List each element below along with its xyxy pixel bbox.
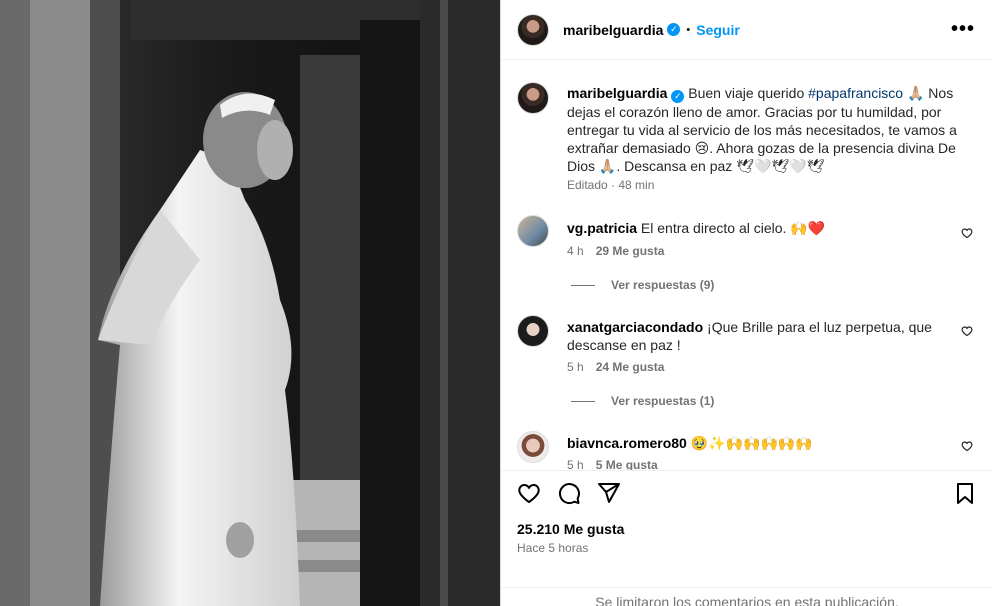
- verified-badge-icon: ✓: [671, 90, 685, 103]
- separator-dot: •: [686, 23, 691, 36]
- caption-text-before: Buen viaje querido: [688, 85, 809, 101]
- comment-time: 5 h: [567, 458, 584, 470]
- comment-text: biavnca.romero80 🥹✨🙌🙌🙌🙌🙌: [567, 434, 967, 452]
- author-username[interactable]: maribelguardia: [563, 22, 663, 38]
- save-bookmark-icon[interactable]: [953, 481, 977, 505]
- comment-text: xanatgarciacondado ¡Que Brille para el l…: [567, 318, 967, 354]
- post-actions: 25.210 Me gusta Hace 5 horas Se limitaro…: [501, 470, 992, 606]
- comment-time: 4 h: [567, 244, 584, 258]
- comment-time: 5 h: [567, 360, 584, 374]
- replies-line: [571, 401, 595, 403]
- view-replies-button[interactable]: Ver respuestas (9): [571, 278, 714, 292]
- follow-button[interactable]: Seguir: [696, 22, 740, 38]
- like-comment-icon[interactable]: [961, 325, 973, 337]
- comment-meta: 5 h 5 Me gusta: [567, 458, 658, 470]
- post-timestamp[interactable]: Hace 5 horas: [517, 541, 588, 555]
- hashtag-link[interactable]: #papafrancisco: [808, 85, 903, 101]
- comment-meta: 4 h 29 Me gusta: [567, 244, 664, 258]
- comment-body: El entra directo al cielo. 🙌❤️: [640, 220, 826, 236]
- verified-badge-icon: ✓: [667, 23, 681, 36]
- commenter-avatar[interactable]: [517, 431, 549, 463]
- comment-likes[interactable]: 24 Me gusta: [596, 360, 665, 374]
- comment-text: vg.patricia El entra directo al cielo. 🙌…: [567, 219, 967, 237]
- comments-limited-notice: Se limitaron los comentarios en esta pub…: [501, 587, 992, 606]
- caption: maribelguardia ✓ Buen viaje querido #papa…: [517, 82, 977, 202]
- caption-avatar[interactable]: [517, 82, 549, 114]
- post-panel: maribelguardia ✓ • Seguir ••• maribelgua…: [500, 0, 992, 606]
- comment-likes[interactable]: 29 Me gusta: [596, 244, 665, 258]
- author-avatar[interactable]: [517, 13, 549, 46]
- commenter-avatar[interactable]: [517, 315, 549, 347]
- caption-text: maribelguardia ✓ Buen viaje querido #papa…: [567, 84, 967, 175]
- view-replies-button[interactable]: Ver respuestas (1): [571, 394, 714, 408]
- post-header: maribelguardia ✓ • Seguir •••: [501, 0, 992, 60]
- like-comment-icon[interactable]: [961, 440, 973, 452]
- share-icon[interactable]: [597, 481, 621, 505]
- commenter-avatar[interactable]: [517, 215, 549, 247]
- comment-username[interactable]: xanatgarciacondado: [567, 319, 703, 335]
- like-comment-icon[interactable]: [961, 227, 973, 239]
- comment-item: biavnca.romero80 🥹✨🙌🙌🙌🙌🙌 5 h 5 Me gusta: [517, 431, 977, 470]
- view-replies-label: Ver respuestas (1): [611, 394, 715, 408]
- comments-list[interactable]: maribelguardia ✓ Buen viaje querido #papa…: [501, 60, 992, 470]
- comment-icon[interactable]: [557, 481, 581, 505]
- comment-likes[interactable]: 5 Me gusta: [596, 458, 658, 470]
- post-photo[interactable]: [0, 0, 500, 606]
- comment-username[interactable]: biavnca.romero80: [567, 435, 687, 451]
- caption-username[interactable]: maribelguardia: [567, 85, 667, 101]
- caption-edited: Editado · 48 min: [567, 178, 655, 192]
- comment-body: 🥹✨🙌🙌🙌🙌🙌: [690, 435, 813, 451]
- more-options-icon[interactable]: •••: [951, 18, 975, 41]
- replies-line: [571, 285, 595, 287]
- comment-username[interactable]: vg.patricia: [567, 220, 637, 236]
- view-replies-label: Ver respuestas (9): [611, 278, 715, 292]
- post-like-count[interactable]: 25.210 Me gusta: [517, 521, 624, 537]
- like-icon[interactable]: [517, 481, 541, 505]
- comment-item: xanatgarciacondado ¡Que Brille para el l…: [517, 315, 977, 435]
- comment-meta: 5 h 24 Me gusta: [567, 360, 664, 374]
